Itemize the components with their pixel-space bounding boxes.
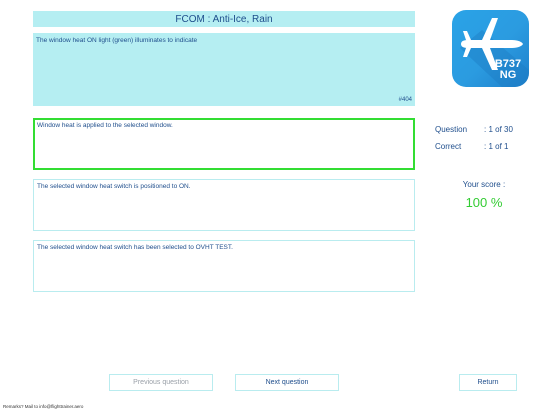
return-button[interactable]: Return [459, 374, 517, 391]
previous-question-label: Previous question [133, 379, 189, 386]
question-count-label: Question [435, 125, 468, 134]
answer-text: Window heat is applied to the selected w… [37, 122, 173, 129]
remarks-note: Remarks? Mail to info@flighttrainer.aero [3, 404, 84, 409]
answer-text: The selected window heat switch is posit… [37, 183, 191, 190]
correct-count-label: Correct [435, 142, 462, 151]
logo-line-2: NG [500, 69, 517, 81]
answer-option-2[interactable]: The selected window heat switch is posit… [33, 179, 415, 231]
answer-text: The selected window heat switch has been… [37, 244, 233, 251]
correct-count-value: : 1 of 1 [484, 142, 509, 151]
next-question-button[interactable]: Next question [235, 374, 339, 391]
question-panel: The window heat ON light (green) illumin… [33, 33, 415, 106]
answer-option-1[interactable]: Window heat is applied to the selected w… [33, 118, 415, 170]
page-title: FCOM : Anti-Ice, Rain [175, 13, 273, 25]
app-logo: B737 NG [452, 10, 529, 87]
next-question-label: Next question [265, 379, 309, 386]
answer-option-3[interactable]: The selected window heat switch has been… [33, 240, 415, 292]
question-id: #404 [398, 97, 412, 103]
page-title-bar: FCOM : Anti-Ice, Rain [33, 11, 415, 27]
score-value: 100 % [465, 195, 503, 210]
previous-question-button[interactable]: Previous question [109, 374, 213, 391]
score-label: Your score : [462, 180, 506, 189]
question-count-value: : 1 of 30 [484, 125, 513, 134]
airplane-icon: B737 NG [460, 18, 529, 87]
return-label: Return [477, 379, 499, 386]
question-text: The window heat ON light (green) illumin… [36, 37, 198, 44]
